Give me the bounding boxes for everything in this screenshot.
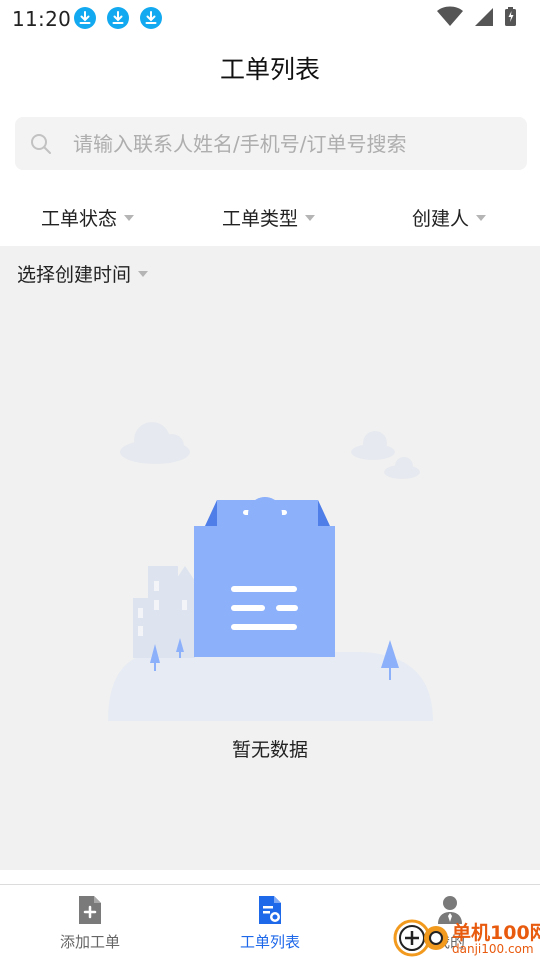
- search-icon: [31, 134, 51, 154]
- download-icon: [74, 7, 96, 29]
- download-icon: [107, 7, 129, 29]
- filter-bar: 工单状态 工单类型 创建人: [0, 190, 540, 244]
- search-input[interactable]: [73, 117, 513, 170]
- add-document-icon: [79, 896, 101, 924]
- caret-down-icon: [138, 270, 149, 277]
- battery-charging-icon: [505, 7, 516, 26]
- filter-label: 选择创建时间: [17, 264, 132, 286]
- nav-order-list[interactable]: 工单列表: [210, 895, 330, 952]
- page-title: 工单列表: [219, 55, 320, 84]
- filter-creator[interactable]: 创建人: [412, 204, 487, 231]
- watermark: 单机100网 danji100.com: [390, 912, 540, 960]
- empty-state-text: 暂无数据: [231, 739, 308, 761]
- filter-order-status[interactable]: 工单状态: [41, 204, 135, 231]
- status-time: 11:20: [12, 7, 72, 31]
- watermark-logo-icon: [393, 919, 448, 957]
- filter-order-type[interactable]: 工单类型: [222, 204, 316, 231]
- signal-icon: [475, 8, 493, 26]
- caret-down-icon: [476, 214, 487, 221]
- cloud-icon: [120, 422, 190, 464]
- wifi-icon: [437, 6, 463, 26]
- filter-label: 工单类型: [222, 208, 299, 230]
- download-icon: [140, 7, 162, 29]
- content-area: 选择创建时间 暂无数据: [0, 246, 540, 870]
- nav-label: 工单列表: [239, 933, 300, 951]
- system-status-icons: [437, 6, 516, 26]
- watermark-subtext: danji100.com: [452, 942, 534, 956]
- document-list-icon: [259, 896, 281, 924]
- status-bar: 11:20: [0, 0, 540, 36]
- caret-down-icon: [305, 214, 316, 221]
- filter-label: 创建人: [412, 208, 470, 230]
- filter-label: 工单状态: [41, 208, 118, 230]
- nav-add-order[interactable]: 添加工单: [30, 895, 150, 952]
- watermark-text: 单机100网: [452, 922, 540, 944]
- nav-label: 添加工单: [59, 933, 120, 951]
- filter-create-time[interactable]: 选择创建时间: [17, 260, 149, 287]
- cloud-icon: [351, 431, 420, 479]
- caret-down-icon: [124, 214, 135, 221]
- empty-state-illustration: [108, 422, 433, 721]
- search-box[interactable]: [15, 117, 527, 170]
